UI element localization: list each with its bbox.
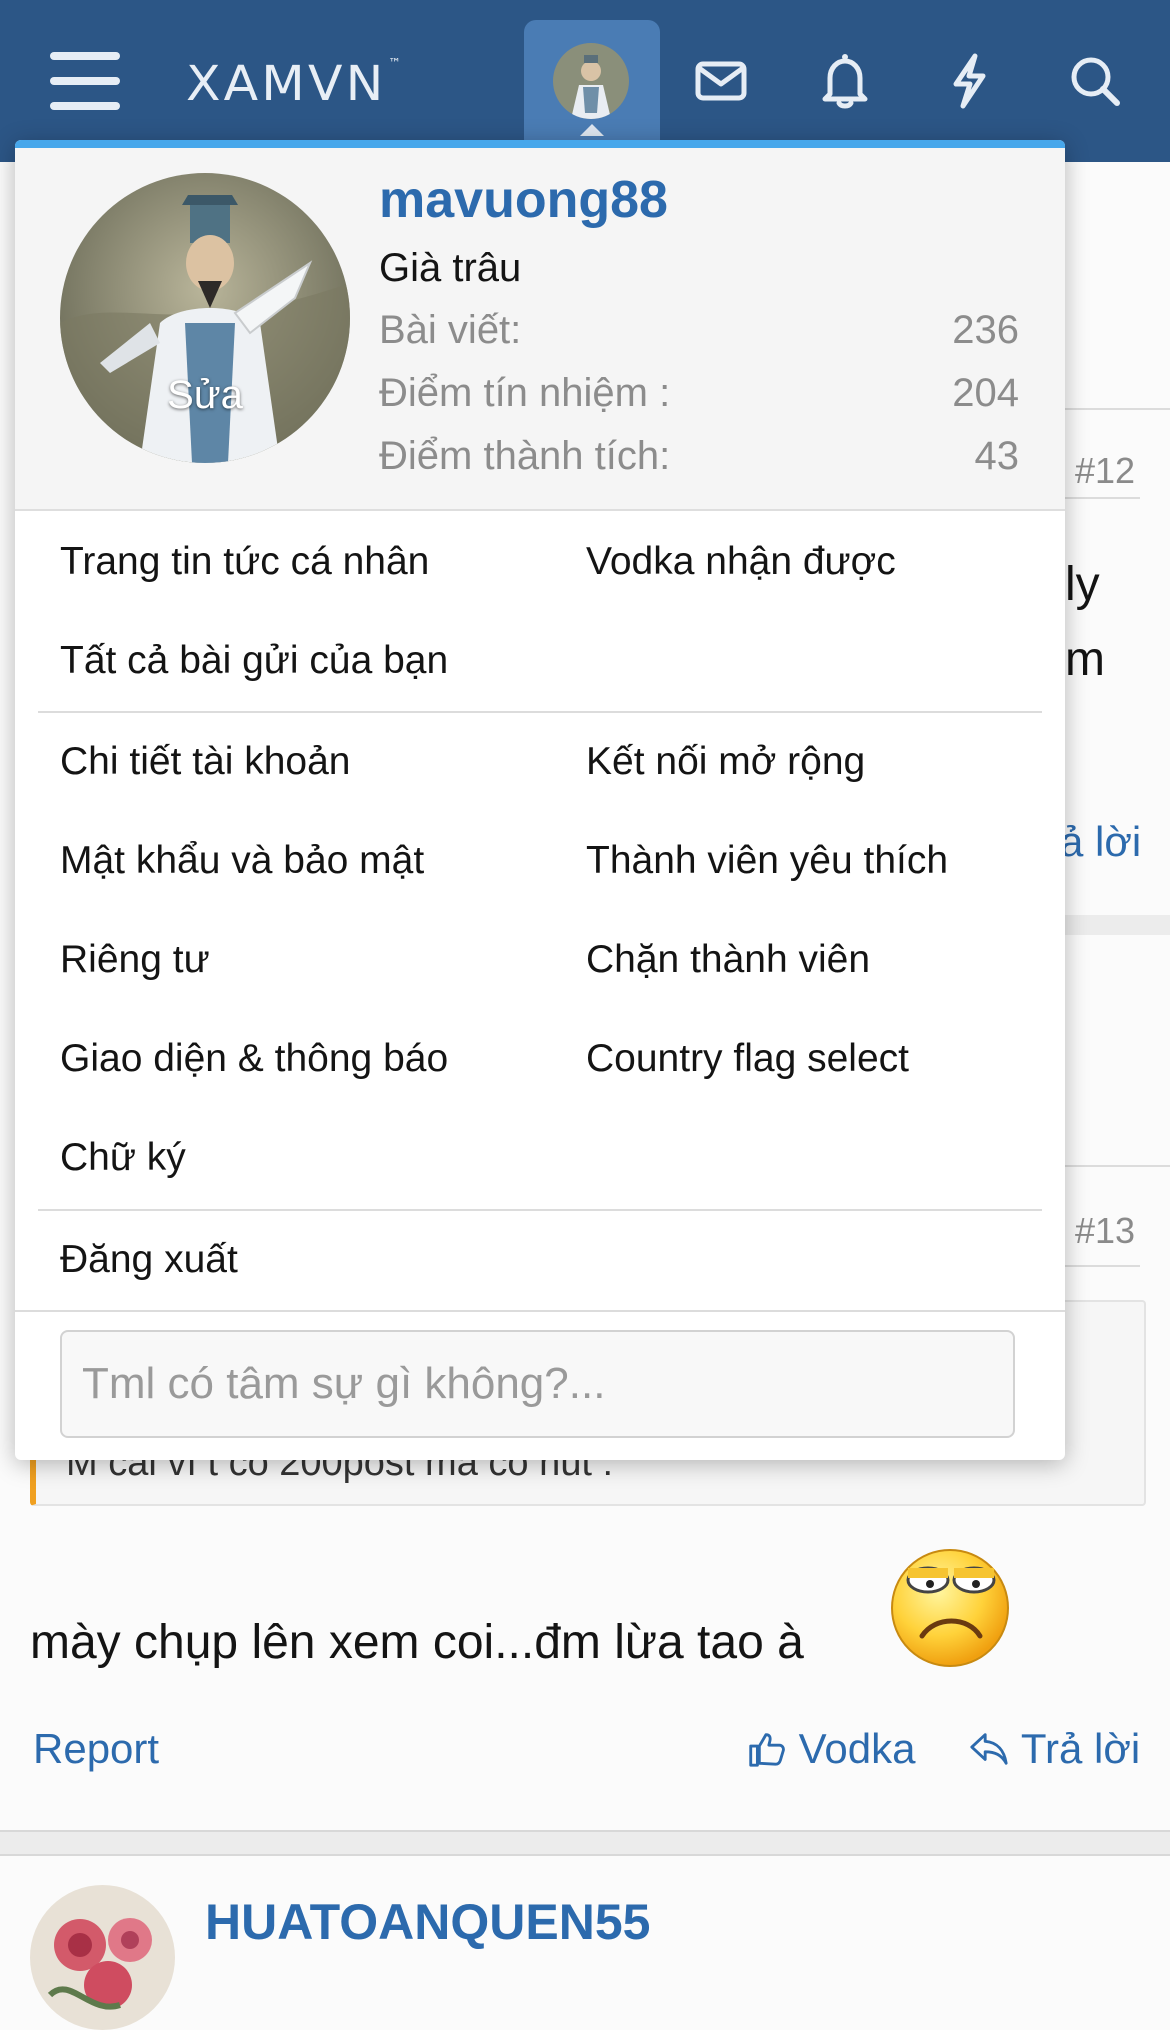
reply-icon [970,1733,1008,1765]
bolt-icon[interactable] [934,46,1004,116]
menu-item-preferences[interactable]: Giao diện & thông báo [60,1037,448,1081]
avatar[interactable] [30,1885,175,2030]
menu-item-following[interactable]: Thành viên yêu thích [586,839,948,883]
reply-button[interactable]: Trả lời [968,1725,1140,1773]
vodka-button[interactable]: Vodka [745,1725,915,1773]
menu-divider [15,1310,1065,1312]
menu-icon[interactable] [50,52,120,112]
menu-item-logout[interactable]: Đăng xuất [60,1238,238,1282]
search-icon[interactable] [1060,46,1130,116]
reply-label: Trả lời [1020,1725,1141,1772]
vodka-label: Vodka [798,1725,916,1772]
post-text-fragment: ly [1065,558,1100,611]
profile-avatar[interactable]: Sửa [60,173,350,463]
menu-item-country-flag[interactable]: Country flag select [586,1037,909,1081]
frown-emoji-icon [880,1540,1020,1670]
menu-item-your-posts[interactable]: Tất cả bài gửi của bạn [60,639,448,683]
reply-link-fragment[interactable]: ả lời [1060,818,1141,866]
menu-item-privacy[interactable]: Riêng tư [60,938,210,982]
thumbs-up-icon [749,1733,785,1767]
post-text-fragment: m [1065,633,1105,686]
post-number[interactable]: #13 [1075,1210,1135,1252]
stat-label: Bài viết: [379,308,522,352]
post-divider [1065,1165,1170,1167]
mail-icon[interactable] [686,46,756,116]
stat-label: Điểm thành tích: [379,434,671,478]
menu-item-account-details[interactable]: Chi tiết tài khoản [60,740,351,784]
stat-label: Điểm tín nhiệm : [379,371,671,415]
menu-divider [38,1209,1042,1211]
post-divider [1065,1265,1140,1267]
stat-value: 204 [952,371,1019,415]
top-nav-bar: XAMVN ™ [0,0,1170,162]
avatar-edit-label[interactable]: Sửa [60,373,350,418]
report-link[interactable]: Report [33,1725,159,1773]
post-number[interactable]: #12 [1075,450,1135,492]
menu-item-connected-accounts[interactable]: Kết nối mở rộng [586,740,865,784]
menu-item-password-security[interactable]: Mật khẩu và bảo mật [60,839,424,883]
post-divider [1065,497,1140,499]
site-logo[interactable]: XAMVN ™ [186,56,401,112]
stat-value: 236 [952,308,1019,352]
post-separator [0,1830,1170,1856]
account-menu: Sửa mavuong88 Già trâu Bài viết: 236 Điể… [15,140,1065,1460]
stat-reputation: Điểm tín nhiệm : 204 [379,371,1019,416]
menu-item-ignoring[interactable]: Chặn thành viên [586,938,870,982]
stat-posts: Bài viết: 236 [379,308,1019,353]
nav-avatar[interactable] [553,43,629,119]
account-menu-header: Sửa mavuong88 Già trâu Bài viết: 236 Điể… [15,148,1065,511]
post-divider [1065,408,1170,410]
stat-achievements: Điểm thành tích: 43 [379,434,1019,479]
menu-accent-bar [15,140,1065,148]
user-title: Già trâu [379,246,522,290]
menu-divider [38,711,1042,713]
menu-item-signature[interactable]: Chữ ký [60,1136,186,1180]
status-update-input[interactable] [60,1330,1015,1438]
post-username[interactable]: HUATOANQUEN55 [205,1893,650,1951]
menu-item-news-feed[interactable]: Trang tin tức cá nhân [60,540,429,584]
post-separator [1065,915,1170,935]
post-body: mày chụp lên xem coi...đm lừa tao à [30,1616,804,1669]
menu-username[interactable]: mavuong88 [379,170,668,230]
menu-caret [580,124,604,136]
menu-item-vodka-received[interactable]: Vodka nhận được [586,540,896,584]
bell-icon[interactable] [810,46,880,116]
stat-value: 43 [974,434,1020,478]
